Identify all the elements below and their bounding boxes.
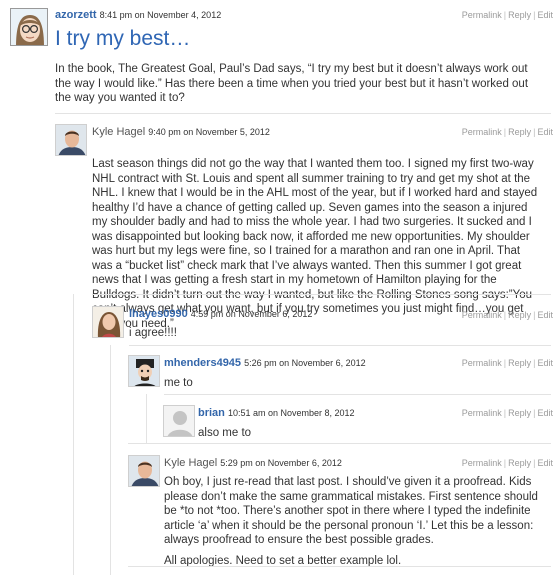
reply-link[interactable]: Reply [508,310,531,320]
post-timestamp: 8:41 pm on November 4, 2012 [99,10,222,20]
comment-text: also me to [198,427,252,439]
post-body: In the book, The Greatest Goal, Paul’s D… [55,62,535,106]
comment-author-link[interactable]: brian [198,407,225,419]
edit-link[interactable]: Edit [537,310,553,320]
comment-body: me to [164,376,544,391]
comment-timestamp: 5:29 pm on November 6, 2012 [220,458,342,468]
comment-divider [129,345,551,346]
comment-avatar [128,355,160,387]
thread-line [146,394,147,443]
default-user-avatar-icon [164,406,194,436]
comment-text: Last season things did not go the way th… [92,158,538,330]
cartoon-woman-avatar-icon [11,9,47,45]
comment-body: i agree!!!! [129,326,539,341]
comment-meta: mhenders4945 5:26 pm on November 6, 2012 [164,357,366,369]
comment-actions: Permalink | Reply | Edit [462,358,553,368]
comment-actions: Permalink | Reply | Edit [462,408,553,418]
permalink-link[interactable]: Permalink [462,408,502,418]
comment-actions: Permalink | Reply | Edit [462,458,553,468]
comment-divider [92,294,551,295]
reply-link[interactable]: Reply [508,458,531,468]
comment-meta: Kyle Hagel 9:40 pm on November 5, 2012 [92,126,270,138]
permalink-link[interactable]: Permalink [462,358,502,368]
comment-divider [164,394,551,395]
edit-link[interactable]: Edit [537,408,553,418]
edit-link[interactable]: Edit [537,458,553,468]
comment-actions: Permalink | Reply | Edit [462,310,553,320]
comment-author-link[interactable]: lhayes0990 [129,308,188,320]
reply-link[interactable]: Reply [508,408,531,418]
comment-avatar [163,405,195,437]
comment-author-link[interactable]: mhenders4945 [164,357,241,369]
reply-link[interactable]: Reply [508,10,531,20]
post-author-link[interactable]: azorzett [55,9,97,21]
comment-timestamp: 9:40 pm on November 5, 2012 [148,127,270,137]
comment-timestamp: 5:26 pm on November 6, 2012 [244,358,366,368]
comment-meta: lhayes0990 4:59 pm on November 6, 2012 [129,308,312,320]
girl-photo-avatar-icon [93,307,123,337]
permalink-link[interactable]: Permalink [462,10,502,20]
comment-text: Oh boy, I just re-read that last post. I… [164,476,538,546]
comment-body: Oh boy, I just re-read that last post. I… [164,475,542,568]
post-actions: Permalink | Reply | Edit [462,10,553,20]
post-divider [55,113,551,114]
edit-link[interactable]: Edit [537,358,553,368]
comment-divider [128,443,551,444]
comment-avatar [128,455,160,487]
comment-timestamp: 10:51 am on November 8, 2012 [227,408,355,418]
comment-divider [128,566,551,567]
thread-line [110,345,111,575]
reply-link[interactable]: Reply [508,127,531,137]
comment-body: Last season things did not go the way th… [92,157,540,331]
comment-author: Kyle Hagel [92,126,146,138]
permalink-link[interactable]: Permalink [462,458,502,468]
post-author-avatar [10,8,48,46]
post-meta: azorzett 8:41 pm on November 4, 2012 [55,9,221,21]
permalink-link[interactable]: Permalink [462,310,502,320]
edit-link[interactable]: Edit [537,10,553,20]
comment-meta: brian 10:51 am on November 8, 2012 [198,407,355,419]
man-photo-avatar-icon [129,456,159,486]
edit-link[interactable]: Edit [537,127,553,137]
reply-link[interactable]: Reply [508,358,531,368]
permalink-link[interactable]: Permalink [462,127,502,137]
comment-text: me to [164,377,193,389]
comment-avatar [55,124,87,156]
comment-body: also me to [198,426,538,441]
comment-timestamp: 4:59 pm on November 6, 2012 [190,309,313,319]
comment-actions: Permalink | Reply | Edit [462,127,553,137]
cartoon-man-avatar-icon [129,356,159,386]
post-body-text: In the book, The Greatest Goal, Paul’s D… [55,63,529,104]
thread-line [73,294,74,575]
comment-meta: Kyle Hagel 5:29 pm on November 6, 2012 [164,457,342,469]
comment-author: Kyle Hagel [164,457,218,469]
post-title[interactable]: I try my best… [55,27,190,51]
comment-avatar [92,306,124,338]
comment-text: i agree!!!! [129,327,177,339]
man-photo-avatar-icon [56,125,86,155]
